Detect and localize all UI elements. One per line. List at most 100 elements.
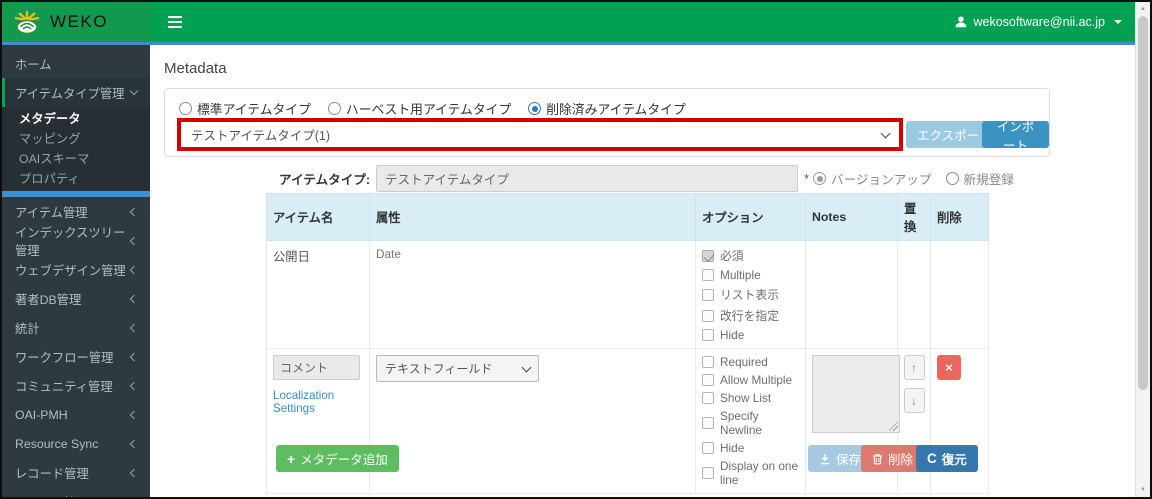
- chevron-left-icon: [129, 381, 139, 390]
- add-metadata-button[interactable]: + メタデータ追加: [276, 445, 399, 472]
- sidebar-item-author-db[interactable]: 著者DB管理: [2, 284, 150, 313]
- submenu-item-property[interactable]: プロパティ: [2, 169, 150, 189]
- sidebar-item-web-design[interactable]: ウェブデザイン管理: [2, 255, 150, 284]
- checkbox-required[interactable]: Required: [702, 355, 799, 369]
- sidebar-item-oai-pmh[interactable]: OAI-PMH: [2, 400, 150, 429]
- itemtype-select[interactable]: テストアイテムタイプ(1): [181, 122, 899, 147]
- sidebar-item-home[interactable]: ホーム: [2, 49, 150, 78]
- radio-standard-itemtype[interactable]: 標準アイテムタイプ: [179, 99, 311, 118]
- notes-textarea[interactable]: [812, 355, 900, 433]
- col-header-options: オプション: [695, 193, 806, 241]
- sidebar-item-record-management[interactable]: レコード管理: [2, 458, 150, 487]
- submenu-item-mapping[interactable]: マッピング: [2, 129, 150, 149]
- radio-harvest-itemtype[interactable]: ハーベスト用アイテムタイプ: [327, 99, 511, 118]
- delete-button[interactable]: 削除: [861, 445, 925, 472]
- radio-label: バージョンアップ: [831, 173, 932, 187]
- user-menu[interactable]: wekosoftware@nii.ac.jp: [954, 2, 1136, 42]
- checkbox-hide[interactable]: Hide: [702, 328, 799, 342]
- move-up-button[interactable]: ↑: [903, 355, 925, 380]
- checkbox-multiple[interactable]: Multiple: [702, 268, 799, 282]
- col-header-replace: 置換: [897, 193, 931, 241]
- localization-settings-link[interactable]: Localization Settings: [273, 389, 363, 415]
- checkbox-show-list[interactable]: Show List: [702, 391, 799, 405]
- sidebar-item-label: アイテム管理: [15, 205, 88, 220]
- scrollbar-thumb[interactable]: [1138, 16, 1148, 390]
- chevron-left-icon: [129, 323, 139, 332]
- checkbox-show-list[interactable]: リスト表示: [702, 286, 799, 303]
- user-icon: [955, 16, 966, 28]
- chevron-left-icon: [129, 352, 139, 361]
- required-asterisk: *: [804, 171, 809, 186]
- chevron-left-icon: [129, 236, 139, 245]
- checkbox-label: Show List: [720, 391, 772, 405]
- checkbox-specify-newline[interactable]: Specify Newline: [702, 409, 799, 437]
- attribute-cell: テキストフィールド: [369, 348, 696, 494]
- submenu-item-metadata[interactable]: メタデータ: [2, 109, 150, 129]
- checkbox-icon: [702, 374, 714, 386]
- move-down-button[interactable]: ↓: [903, 388, 925, 413]
- radio-version-up[interactable]: バージョンアップ: [813, 169, 932, 188]
- sidebar-item-label: コミュニティ管理: [15, 379, 113, 394]
- sidebar-item-label: 著者DB管理: [15, 292, 82, 307]
- chevron-left-icon: [129, 468, 139, 477]
- table-row: 公開日 Date 必須 Multiple リスト表示 改行を指定 Hide: [266, 240, 989, 349]
- radio-deleted-itemtype[interactable]: 削除済みアイテムタイプ: [528, 99, 686, 118]
- sidebar-item-label: インデックスツリー管理: [15, 225, 126, 258]
- page-title: Metadata: [164, 60, 227, 77]
- checkbox-label: Hide: [720, 328, 745, 342]
- user-email: wekosoftware@nii.ac.jp: [973, 15, 1106, 29]
- options-cell: 必須 Multiple リスト表示 改行を指定 Hide: [695, 240, 806, 349]
- chevron-left-icon: [129, 439, 139, 448]
- checkbox-required[interactable]: 必須: [702, 247, 799, 264]
- checkbox-allow-multiple[interactable]: Allow Multiple: [702, 373, 799, 387]
- sidebar-item-index-tree[interactable]: インデックスツリー管理: [2, 226, 150, 258]
- radio-new-registration[interactable]: 新規登録: [945, 169, 1014, 188]
- radio-icon: [945, 172, 959, 185]
- brand-name: WEKO: [50, 12, 108, 31]
- checkbox-label: Multiple: [720, 268, 761, 282]
- itemtype-submenu: メタデータ マッピング OAIスキーマ プロパティ: [2, 107, 150, 191]
- options-cell: Required Allow Multiple Show List Specif…: [695, 348, 806, 494]
- scrollbar-down-arrow[interactable]: ▼: [1136, 487, 1150, 493]
- notes-cell: [805, 240, 898, 349]
- itemtype-filter-radios: 標準アイテムタイプ ハーベスト用アイテムタイプ 削除済みアイテムタイプ: [179, 99, 686, 118]
- radio-label: 削除済みアイテムタイプ: [546, 102, 686, 117]
- trash-icon: [873, 453, 882, 464]
- checkbox-hide[interactable]: Hide: [702, 441, 799, 455]
- sidebar-item-file-management[interactable]: ファイル管理: [2, 487, 150, 498]
- sidebar-item-resource-sync[interactable]: Resource Sync: [2, 429, 150, 458]
- restore-button[interactable]: C 復元: [916, 445, 978, 472]
- plus-icon: +: [287, 450, 296, 467]
- brand-logo[interactable]: WEKO: [2, 2, 150, 42]
- checkbox-icon: [702, 442, 714, 454]
- add-metadata-label: メタデータ追加: [300, 453, 388, 467]
- vertical-scrollbar: ▲ ▼: [1135, 2, 1150, 497]
- sidebar-item-statistics[interactable]: 統計: [2, 313, 150, 342]
- sidebar-item-itemtype-management[interactable]: アイテムタイプ管理: [2, 78, 150, 107]
- checkbox-display-one-line[interactable]: Display on one line: [702, 459, 799, 487]
- hamburger-menu-icon[interactable]: [150, 2, 200, 42]
- checkbox-label: Hide: [720, 441, 745, 455]
- delete-label: 削除: [888, 453, 914, 467]
- delete-row-button[interactable]: ×: [937, 355, 961, 380]
- sidebar-item-workflow[interactable]: ワークフロー管理: [2, 342, 150, 371]
- attribute-type-value: テキストフィールド: [385, 362, 493, 376]
- itemtype-name-input[interactable]: [376, 165, 799, 192]
- sidebar-item-community[interactable]: コミュニティ管理: [2, 371, 150, 400]
- submenu-item-oai-schema[interactable]: OAIスキーマ: [2, 149, 150, 169]
- table-header-row: アイテム名 属性 オプション Notes 置換 削除: [266, 193, 989, 241]
- scrollbar-up-arrow[interactable]: ▲: [1136, 6, 1150, 12]
- attribute-type-select[interactable]: テキストフィールド: [376, 355, 539, 382]
- checkbox-icon-checked: [702, 249, 714, 262]
- checkbox-specify-newline[interactable]: 改行を指定: [702, 307, 799, 324]
- checkbox-label: 必須: [720, 249, 744, 263]
- import-button[interactable]: インポート: [982, 120, 1049, 153]
- checkbox-icon: [702, 392, 714, 404]
- radio-icon-checked: [528, 102, 542, 115]
- checkbox-icon: [702, 417, 714, 429]
- item-name-input[interactable]: [273, 355, 360, 380]
- col-header-attribute: 属性: [369, 193, 696, 241]
- radio-icon: [327, 102, 341, 115]
- sidebar-item-label: アイテムタイプ管理: [15, 86, 125, 101]
- sidebar-item-label: OAI-PMH: [15, 407, 68, 422]
